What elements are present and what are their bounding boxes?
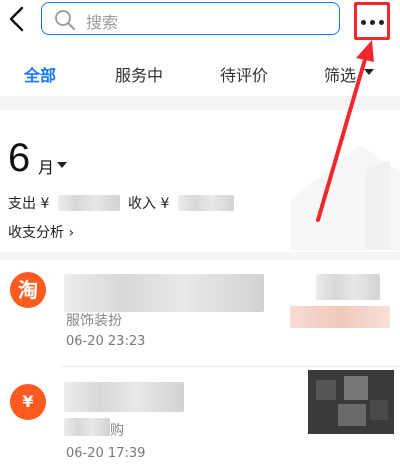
- search-icon: [54, 9, 76, 31]
- tab-all[interactable]: 全部: [24, 62, 56, 86]
- income-amount-masked: [178, 195, 234, 211]
- transaction-time: 06-20 17:39: [66, 446, 146, 461]
- tab-to-review[interactable]: 待评价: [220, 62, 268, 86]
- search-placeholder: 搜索: [86, 13, 119, 32]
- top-bar: 搜索: [0, 0, 400, 44]
- back-icon[interactable]: [4, 4, 32, 34]
- month-dropdown-icon[interactable]: [57, 162, 67, 168]
- month-number[interactable]: 6: [8, 136, 30, 181]
- transaction-title-masked: [64, 382, 184, 412]
- transaction-subtitle: 服饰装扮: [66, 313, 122, 329]
- search-input[interactable]: 搜索: [41, 2, 340, 35]
- more-dots-icon: [361, 20, 385, 26]
- transaction-tag-masked: [290, 306, 390, 328]
- income-label: 收入 ¥: [128, 196, 170, 212]
- tab-in-service[interactable]: 服务中: [115, 62, 163, 86]
- transaction-subtitle-masked: [64, 418, 110, 436]
- analysis-link[interactable]: 收支分析 ›: [8, 222, 74, 242]
- expense-amount-masked: [58, 195, 120, 211]
- month-summary: 6 月 支出 ¥ 收入 ¥ 收支分析 ›: [0, 110, 400, 250]
- transaction-amount-masked: [316, 274, 380, 300]
- tab-filter[interactable]: 筛选: [324, 62, 356, 86]
- row-divider: [60, 366, 400, 367]
- section-divider: [0, 252, 400, 260]
- taobao-icon: 淘: [10, 272, 46, 308]
- filter-tabs: 全部 服务中 待评价 筛选: [0, 56, 400, 92]
- transaction-title-masked: [64, 274, 264, 312]
- section-divider: [0, 96, 400, 110]
- transaction-subtitle: 购: [110, 423, 124, 439]
- product-thumbnail-masked: [308, 370, 394, 434]
- transaction-row[interactable]: 淘 服饰装扮 06-20 23:23: [0, 262, 400, 370]
- month-unit[interactable]: 月: [38, 154, 54, 178]
- money-bag-icon: ¥: [10, 384, 46, 420]
- transaction-row[interactable]: ¥ 购 06-20 17:39: [0, 370, 400, 466]
- house-watermark-icon: [290, 145, 400, 250]
- expense-label: 支出 ¥: [8, 196, 50, 212]
- more-options-button[interactable]: [354, 2, 390, 40]
- chevron-down-icon: [364, 69, 374, 75]
- transaction-time: 06-20 23:23: [66, 334, 146, 349]
